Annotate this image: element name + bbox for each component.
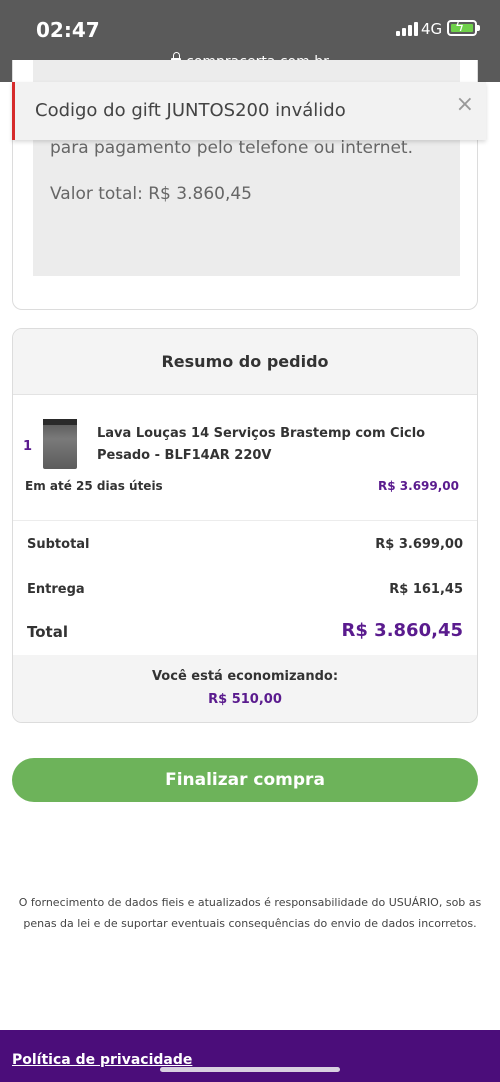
savings-label: Você está economizando:: [151, 669, 339, 684]
order-summary: Resumo do pedido 1 Lava Louças 14 Serviç…: [12, 328, 478, 723]
close-icon[interactable]: ×: [456, 92, 474, 117]
home-indicator[interactable]: [160, 1067, 340, 1072]
clock: 02:47: [36, 18, 100, 42]
savings-box: Você está economizando: R$ 510,00: [13, 655, 477, 722]
subtotal-value: R$ 3.699,00: [375, 537, 463, 552]
footer: Política de privacidade: [0, 1030, 500, 1082]
error-toast: Codigo do gift JUNTOS200 inválido ×: [12, 82, 486, 140]
shipping-value: R$ 161,45: [389, 582, 463, 597]
delivery-estimate: Em até 25 dias úteis: [25, 479, 163, 493]
item-price: R$ 3.699,00: [378, 479, 459, 493]
subtotal-label: Subtotal: [27, 537, 90, 552]
payment-info-text: para pagamento pelo telefone ou internet…: [50, 138, 414, 158]
item-quantity: 1: [23, 439, 33, 454]
summary-title: Resumo do pedido: [13, 329, 477, 395]
signal-icon: [396, 22, 418, 36]
total-row: Total R$ 3.860,45: [13, 611, 477, 655]
total-label: Total: [27, 623, 68, 641]
total-value: R$ 3.860,45: [341, 620, 463, 641]
finalize-purchase-button[interactable]: Finalizar compra: [12, 758, 478, 802]
cart-item: 1 Lava Louças 14 Serviços Brastemp com C…: [13, 395, 477, 521]
toast-message: Codigo do gift JUNTOS200 inválido: [35, 100, 346, 121]
data-disclaimer: O fornecimento de dados fieis e atualiza…: [18, 896, 482, 930]
item-name: Lava Louças 14 Serviços Brastemp com Cic…: [97, 426, 426, 463]
subtotal-row: Subtotal R$ 3.699,00: [13, 521, 477, 566]
shipping-row: Entrega R$ 161,45: [13, 566, 477, 611]
product-image: [43, 419, 77, 469]
battery-icon: ϟ: [447, 19, 480, 36]
payment-info-total: Valor total: R$ 3.860,45: [50, 184, 252, 204]
privacy-policy-link[interactable]: Política de privacidade: [12, 1052, 192, 1068]
shipping-label: Entrega: [27, 582, 85, 597]
network-type: 4G: [421, 20, 443, 38]
savings-value: R$ 510,00: [208, 692, 282, 707]
